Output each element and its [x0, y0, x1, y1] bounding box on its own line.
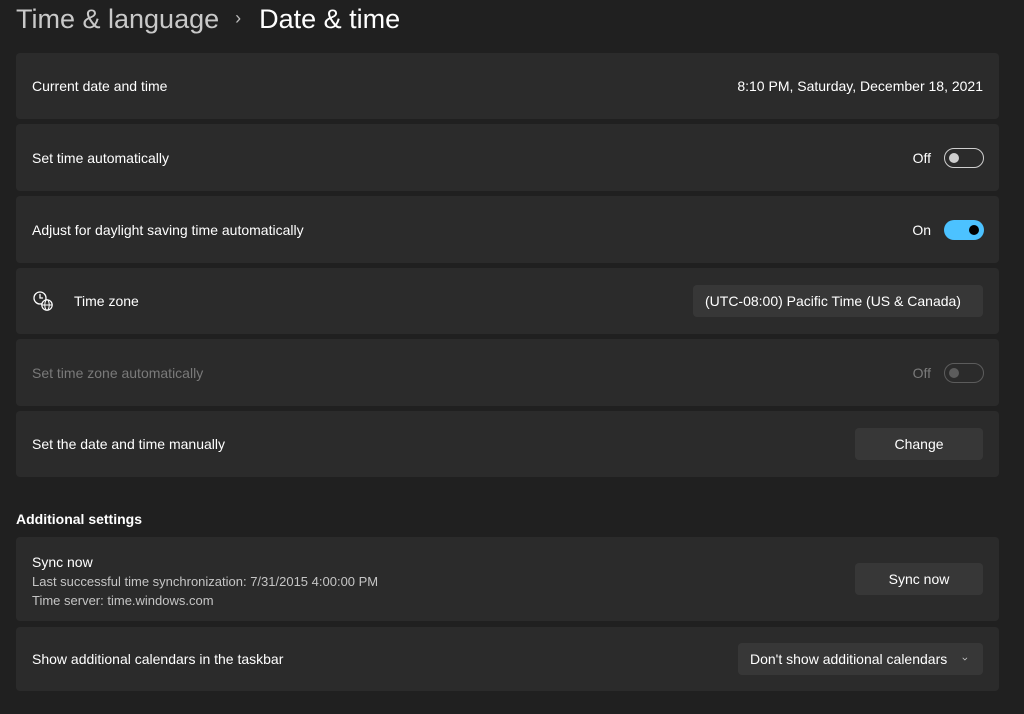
- page-title: Date & time: [259, 4, 401, 34]
- set-date-time-manually-label: Set the date and time manually: [32, 436, 226, 452]
- set-time-automatically-toggle-group: Off: [912, 147, 984, 168]
- time-zone-label: Time zone: [74, 293, 139, 309]
- additional-calendars-selected: Don't show additional calendars: [750, 651, 948, 667]
- set-time-zone-automatically-state: Off: [912, 364, 931, 381]
- time-zone-selected: (UTC-08:00) Pacific Time (US & Canada): [705, 293, 961, 309]
- toggle-knob: [969, 224, 979, 235]
- current-date-time-value: 8:10 PM, Saturday, December 18, 2021: [737, 78, 983, 94]
- current-date-time-card: Current date and time 8:10 PM, Saturday,…: [16, 53, 999, 119]
- set-time-automatically-state: Off: [912, 149, 931, 166]
- set-time-zone-automatically-label: Set time zone automatically: [32, 364, 204, 381]
- globe-clock-icon: [33, 291, 53, 311]
- set-time-zone-automatically-card: Set time zone automatically Off: [16, 339, 999, 406]
- time-server-text: Time server: time.windows.com: [32, 593, 214, 608]
- breadcrumb-parent-link[interactable]: Time & language: [16, 0, 219, 38]
- set-time-zone-automatically-toggle-group: Off: [912, 362, 984, 383]
- set-time-zone-automatically-toggle: [944, 362, 984, 383]
- set-time-automatically-toggle[interactable]: [944, 147, 984, 168]
- sync-now-card: Sync now Last successful time synchroniz…: [16, 537, 999, 621]
- change-button[interactable]: Change: [855, 428, 983, 460]
- daylight-saving-card: Adjust for daylight saving time automati…: [16, 196, 999, 263]
- sync-now-title: Sync now: [32, 554, 93, 570]
- daylight-saving-label: Adjust for daylight saving time automati…: [32, 221, 304, 238]
- chevron-down-icon: [962, 657, 968, 661]
- current-date-time-label: Current date and time: [32, 78, 168, 94]
- time-zone-card: Time zone (UTC-08:00) Pacific Time (US &…: [16, 268, 999, 334]
- additional-calendars-dropdown[interactable]: Don't show additional calendars: [738, 643, 983, 675]
- additional-calendars-card: Show additional calendars in the taskbar…: [16, 627, 999, 691]
- daylight-saving-state: On: [912, 221, 931, 238]
- date-time-settings-page: Time & language › Date & time Current da…: [0, 0, 1024, 714]
- set-time-automatically-card: Set time automatically Off: [16, 124, 999, 191]
- toggle-knob: [949, 367, 959, 378]
- toggle-knob: [949, 152, 959, 163]
- time-zone-dropdown[interactable]: (UTC-08:00) Pacific Time (US & Canada): [693, 285, 983, 317]
- breadcrumb-separator-icon: ›: [235, 8, 242, 28]
- last-sync-text: Last successful time synchronization: 7/…: [32, 574, 379, 589]
- additional-calendars-label: Show additional calendars in the taskbar: [32, 651, 284, 667]
- additional-settings-heading: Additional settings: [16, 511, 142, 527]
- sync-now-button[interactable]: Sync now: [855, 563, 983, 595]
- set-time-automatically-label: Set time automatically: [32, 149, 169, 166]
- sync-now-text-group: Sync now Last successful time synchroniz…: [32, 553, 378, 610]
- daylight-saving-toggle-group: On: [912, 219, 984, 240]
- set-date-time-manually-card: Set the date and time manually Change: [16, 411, 999, 477]
- breadcrumb: Time & language › Date & time: [16, 0, 400, 38]
- daylight-saving-toggle[interactable]: [944, 219, 984, 240]
